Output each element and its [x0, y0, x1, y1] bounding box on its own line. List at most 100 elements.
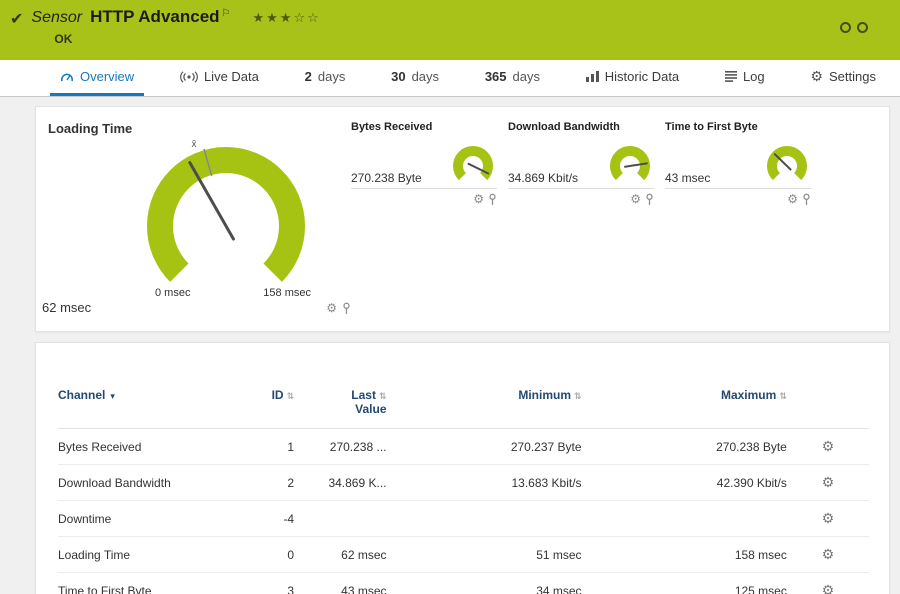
channel-sort-dropdown-icon[interactable]: ▾ [110, 391, 115, 401]
column-label: Last [351, 388, 376, 402]
channels-table-panel: Channel ▾ ID ⇅ Last ⇅ Value Minimum ⇅ Maximu… [35, 342, 890, 594]
gauge-actions: ⚙ [351, 192, 497, 206]
tab-label: Log [742, 69, 765, 84]
live-data-icon [180, 70, 198, 83]
tab-settings[interactable]: ⚙ Settings [800, 60, 886, 96]
overview-content: Loading Time x̄ 0 msec 158 msec 62 msec … [0, 97, 900, 594]
gauge-title: Loading Time [48, 121, 133, 136]
gauge-dial [610, 146, 650, 181]
gauge-dial [453, 146, 493, 181]
gauge-current-value: 34.869 Kbit/s [508, 171, 579, 185]
column-header-minimum[interactable]: Minimum ⇅ [386, 388, 582, 429]
channel-name: Time to First Byte [58, 572, 233, 594]
gauge-title: Time to First Byte [665, 121, 758, 133]
sensor-kind-label: Sensor [31, 9, 83, 26]
tab-label: Live Data [203, 69, 259, 84]
tab-overview[interactable]: Overview [50, 60, 145, 96]
table-row: Time to First Byte 3 43 msec 34 msec 125… [58, 572, 869, 594]
channel-id: 3 [232, 572, 295, 594]
gauge-current-value: 270.238 Byte [351, 171, 422, 185]
gauge-gear-icon[interactable]: ⚙ [787, 192, 798, 206]
gauge-dial: x̄ [147, 139, 305, 282]
gauge-dial [767, 146, 807, 181]
gauges-panel: Loading Time x̄ 0 msec 158 msec 62 msec … [35, 106, 890, 332]
channel-settings-gear-icon[interactable]: ⚙ [822, 474, 835, 490]
gauge-title: Download Bandwidth [508, 121, 620, 133]
small-gauges-row: Bytes Received 270.238 Byte ⚙ Download B… [351, 121, 811, 321]
column-label: ID [271, 388, 284, 402]
loading-time-gauge-block: Loading Time x̄ 0 msec 158 msec 62 msec … [42, 117, 351, 321]
channel-last-value: 34.869 K... [294, 464, 387, 501]
header-actions [840, 22, 868, 33]
channel-maximum: 125 msec [581, 572, 787, 594]
header-circle-icon-1[interactable] [840, 22, 851, 33]
pin-icon[interactable] [802, 193, 811, 206]
sort-icon[interactable]: ⇅ [287, 391, 295, 401]
priority-stars[interactable]: ★★★☆☆ [253, 10, 321, 26]
gauge-actions: ⚙ [326, 301, 351, 315]
channel-id: -4 [232, 500, 295, 537]
channel-minimum [386, 500, 582, 537]
gauge-gear-icon[interactable]: ⚙ [630, 192, 641, 206]
column-header-actions [786, 388, 869, 429]
tab-2-days[interactable]: 2 days [295, 60, 356, 96]
tab-label: days [512, 69, 540, 84]
channel-maximum [581, 500, 787, 537]
page-title: HTTP Advanced [90, 7, 220, 26]
column-header-last-value[interactable]: Last ⇅ Value [294, 388, 387, 429]
channels-table: Channel ▾ ID ⇅ Last ⇅ Value Minimum ⇅ Maximu… [58, 388, 869, 594]
sort-icon[interactable]: ⇅ [779, 391, 787, 401]
channel-id: 1 [232, 428, 295, 465]
channel-maximum: 270.238 Byte [581, 428, 787, 465]
gauge-current-value: 43 msec [665, 171, 711, 185]
tab-label: days [411, 69, 440, 84]
gauge-actions: ⚙ [665, 192, 811, 206]
channel-last-value: 270.238 ... [294, 428, 387, 465]
tab-label: Settings [828, 69, 876, 84]
channel-settings-gear-icon[interactable]: ⚙ [822, 510, 835, 526]
gauge-actions: ⚙ [508, 192, 654, 206]
gauge-max-label: 158 msec [263, 287, 311, 299]
bytes-received-gauge-block: Bytes Received 270.238 Byte ⚙ [351, 121, 497, 321]
mean-marker-label: x̄ [192, 139, 197, 150]
pin-icon[interactable] [488, 193, 497, 206]
priority-flag-icon[interactable]: ⚐ [222, 8, 231, 19]
tab-historic-data[interactable]: Historic Data [576, 60, 689, 96]
table-row: Bytes Received 1 270.238 ... 270.237 Byt… [58, 428, 869, 465]
channel-minimum: 270.237 Byte [386, 428, 582, 465]
header-circle-icon-2[interactable] [857, 22, 868, 33]
channel-settings-gear-icon[interactable]: ⚙ [822, 582, 835, 594]
sort-icon[interactable]: ⇅ [574, 391, 582, 401]
tab-number: 2 [304, 69, 312, 84]
channel-id: 0 [232, 536, 295, 573]
channel-minimum: 13.683 Kbit/s [386, 464, 582, 501]
gauge-gear-icon[interactable]: ⚙ [326, 301, 337, 315]
column-header-channel[interactable]: Channel ▾ [58, 388, 233, 429]
tab-number: 365 [484, 69, 507, 84]
column-header-id[interactable]: ID ⇅ [232, 388, 295, 429]
column-label: Channel [58, 388, 106, 402]
table-row: Loading Time 0 62 msec 51 msec 158 msec … [58, 536, 869, 573]
historic-data-icon [585, 71, 599, 82]
pin-icon[interactable] [342, 302, 351, 315]
channel-settings-gear-icon[interactable]: ⚙ [822, 546, 835, 562]
tab-live-data[interactable]: Live Data [170, 60, 269, 96]
tab-label: days [317, 69, 346, 84]
tab-log[interactable]: Log [715, 60, 775, 96]
column-label: Maximum [720, 388, 777, 402]
pin-icon[interactable] [645, 193, 654, 206]
channel-maximum: 42.390 Kbit/s [581, 464, 787, 501]
channel-id: 2 [232, 464, 295, 501]
tab-number: 30 [391, 69, 406, 84]
column-header-maximum[interactable]: Maximum ⇅ [581, 388, 787, 429]
tab-30-days[interactable]: 30 days [381, 60, 449, 96]
tab-365-days[interactable]: 365 days [475, 60, 550, 96]
channel-settings-gear-icon[interactable]: ⚙ [822, 438, 835, 454]
sensor-header: ✔ Sensor HTTP Advanced ⚐ ★★★☆☆ OK [0, 0, 900, 60]
download-bandwidth-gauge-block: Download Bandwidth 34.869 Kbit/s ⚙ [508, 121, 654, 321]
gauge-gear-icon[interactable]: ⚙ [473, 192, 484, 206]
channel-name: Downtime [58, 500, 233, 537]
channel-last-value: 43 msec [294, 572, 387, 594]
sort-icon[interactable]: ⇅ [379, 391, 387, 401]
channel-minimum: 34 msec [386, 572, 582, 594]
